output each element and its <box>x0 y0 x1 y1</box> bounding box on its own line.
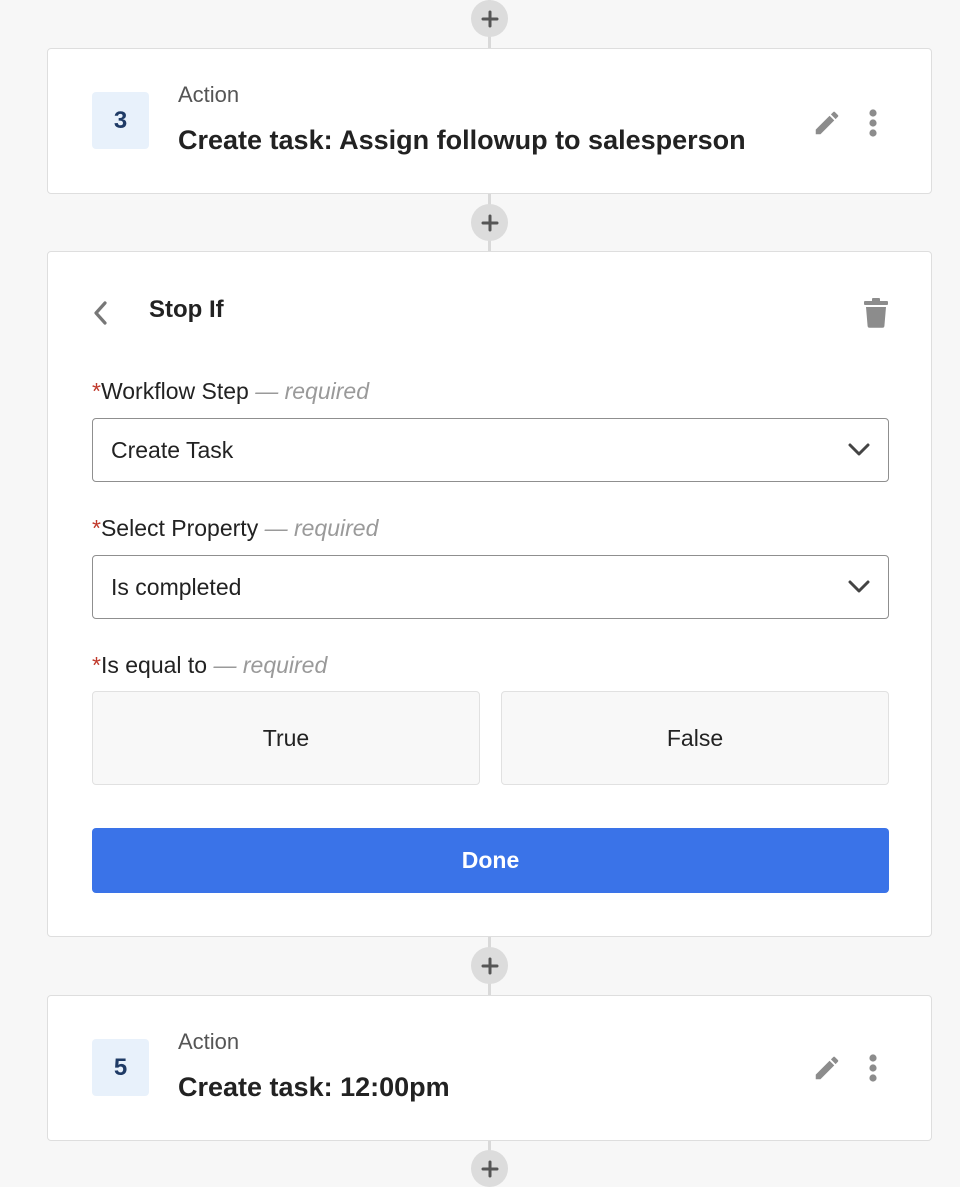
selected-value: Is completed <box>111 573 242 600</box>
option-true-button[interactable]: True <box>92 691 480 785</box>
step-title: Create task: Assign followup to salesper… <box>178 125 746 155</box>
is-equal-to-label: *Is equal to — required <box>92 652 327 679</box>
plus-icon <box>481 10 498 27</box>
label-text: Is equal to <box>100 652 208 678</box>
add-step-button[interactable] <box>471 0 508 37</box>
required-hint: — required <box>264 515 379 541</box>
select-property-label: *Select Property — required <box>92 515 378 542</box>
required-asterisk: * <box>92 652 101 678</box>
trash-icon <box>864 298 888 328</box>
step-card-5[interactable]: 5 Action Create task: 12:00pm <box>47 995 932 1141</box>
selected-value: Create Task <box>111 436 234 463</box>
required-hint: — required <box>213 652 328 678</box>
required-hint: — required <box>255 378 369 404</box>
label-text: Workflow Step <box>100 378 249 404</box>
chevron-down-icon <box>848 443 870 456</box>
step-number-badge: 3 <box>92 92 149 149</box>
select-property-select[interactable]: Is completed <box>92 555 889 619</box>
step-type-label: Action <box>178 1029 240 1054</box>
step-type-label: Action <box>178 82 240 107</box>
edit-step-button[interactable] <box>810 106 844 140</box>
kebab-icon <box>869 1054 877 1082</box>
chevron-left-icon <box>94 301 107 325</box>
delete-button[interactable] <box>860 296 892 330</box>
label-text: Select Property <box>100 515 259 541</box>
plus-icon <box>481 214 498 231</box>
more-options-button[interactable] <box>860 1050 886 1086</box>
plus-icon <box>481 957 498 974</box>
add-step-button[interactable] <box>471 204 508 241</box>
step-title: Create task: 12:00pm <box>178 1072 450 1102</box>
pencil-icon <box>815 1056 839 1080</box>
stop-if-card: Stop If *Workflow Step — required Create… <box>47 251 932 937</box>
kebab-icon <box>869 109 877 137</box>
required-asterisk: * <box>92 515 101 541</box>
workflow-step-select[interactable]: Create Task <box>92 418 889 482</box>
add-step-button[interactable] <box>471 1150 508 1187</box>
chevron-down-icon <box>848 580 870 593</box>
step-number-badge: 5 <box>92 1039 149 1096</box>
plus-icon <box>481 1160 498 1177</box>
step-card-3[interactable]: 3 Action Create task: Assign followup to… <box>47 48 932 194</box>
add-step-button[interactable] <box>471 947 508 984</box>
option-false-button[interactable]: False <box>501 691 889 785</box>
edit-step-button[interactable] <box>810 1051 844 1085</box>
form-title: Stop If <box>149 296 224 323</box>
back-button[interactable] <box>88 298 112 328</box>
pencil-icon <box>815 111 839 135</box>
more-options-button[interactable] <box>860 105 886 141</box>
done-button[interactable]: Done <box>92 828 889 893</box>
workflow-step-label: *Workflow Step — required <box>92 378 369 405</box>
required-asterisk: * <box>92 378 101 404</box>
